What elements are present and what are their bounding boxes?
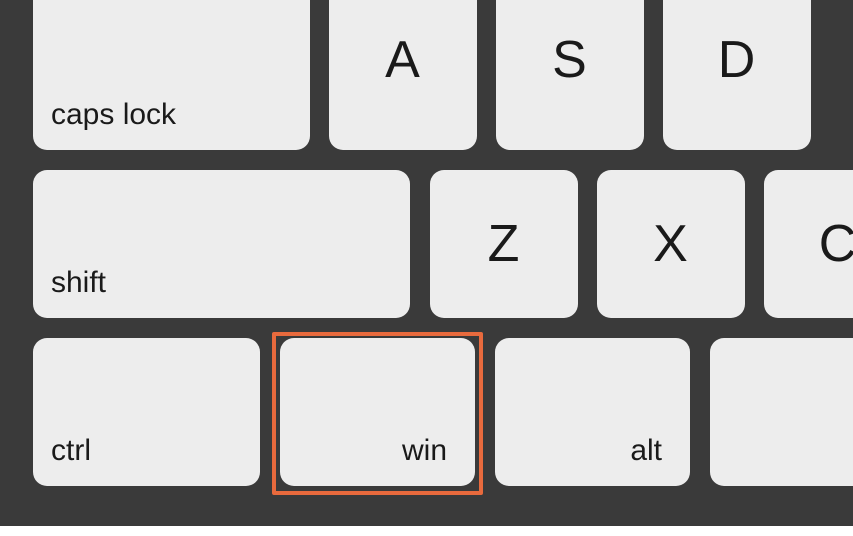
win-key[interactable]: win	[280, 338, 475, 486]
key-label: caps lock	[33, 98, 176, 150]
ctrl-key[interactable]: ctrl	[33, 338, 260, 486]
c-key[interactable]: C	[764, 170, 853, 318]
alt-key[interactable]: alt	[495, 338, 690, 486]
z-key[interactable]: Z	[430, 170, 578, 318]
key-label: shift	[33, 266, 106, 318]
key-label: ctrl	[33, 434, 91, 486]
key-label: Z	[430, 214, 578, 274]
space-key[interactable]	[710, 338, 853, 486]
key-label: A	[329, 30, 477, 90]
d-key[interactable]: D	[663, 0, 811, 150]
caps-lock-key[interactable]: caps lock	[33, 0, 310, 150]
s-key[interactable]: S	[496, 0, 644, 150]
key-label: C	[764, 214, 853, 274]
page-edge	[0, 526, 853, 536]
key-label: S	[496, 30, 644, 90]
keyboard: caps lock A S D shift Z X C ctrl win alt	[0, 0, 853, 536]
key-label: win	[280, 434, 475, 486]
a-key[interactable]: A	[329, 0, 477, 150]
key-label: D	[663, 30, 811, 90]
key-label: X	[597, 214, 745, 274]
x-key[interactable]: X	[597, 170, 745, 318]
key-label: alt	[495, 434, 690, 486]
shift-key[interactable]: shift	[33, 170, 410, 318]
